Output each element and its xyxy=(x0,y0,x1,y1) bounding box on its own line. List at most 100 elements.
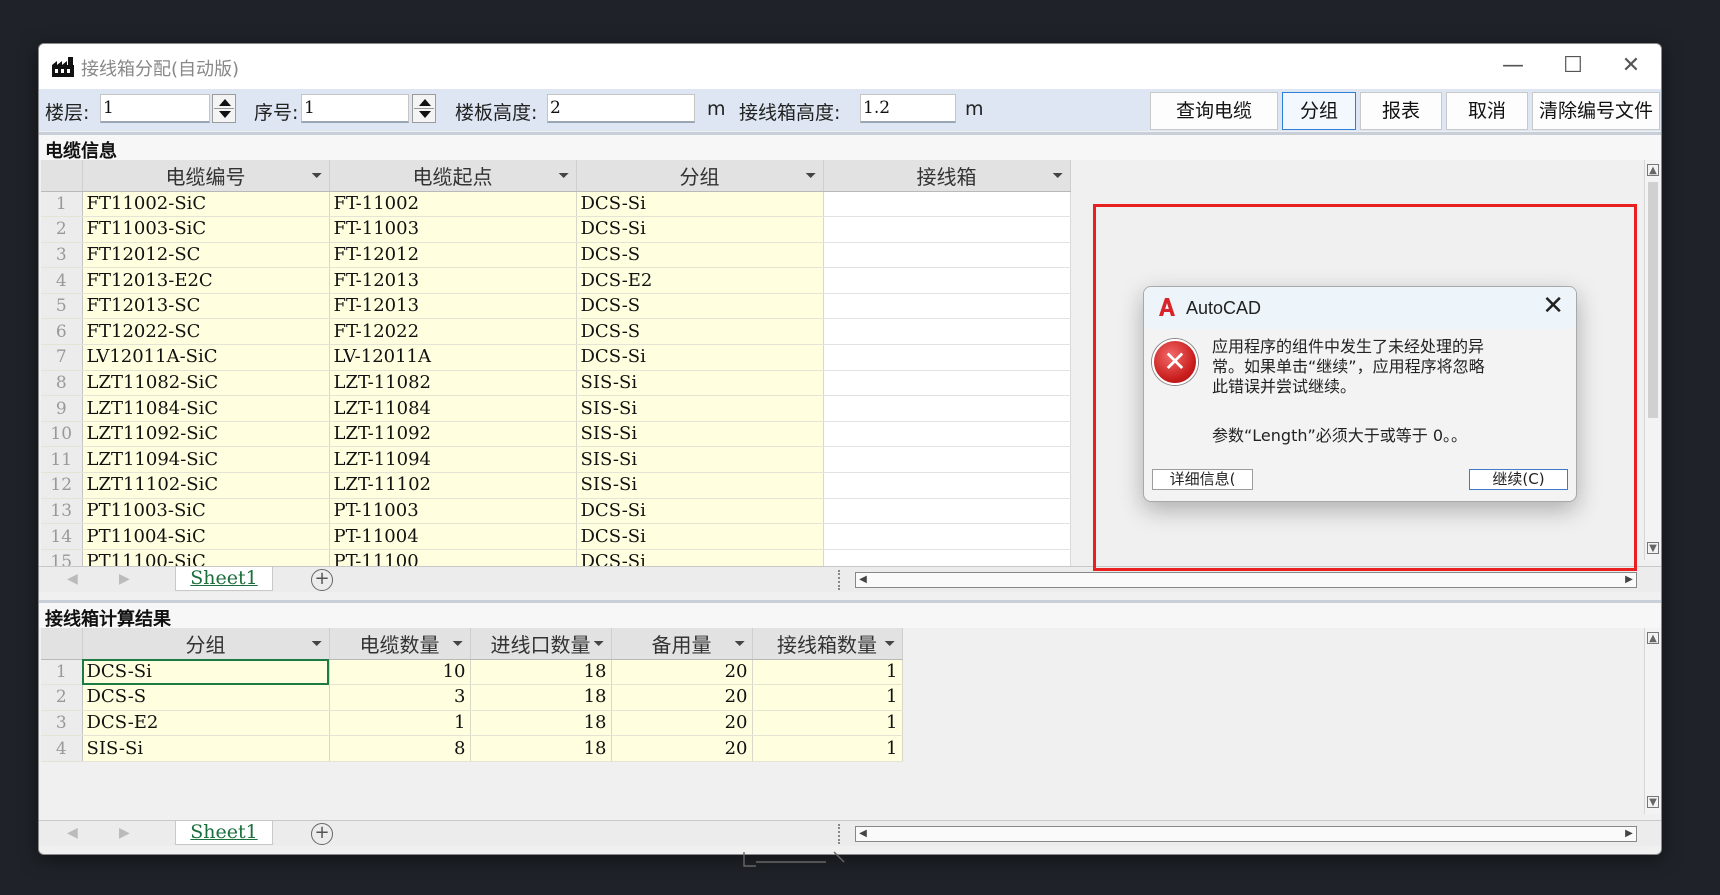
junction-box-cell[interactable] xyxy=(823,267,1071,294)
cable-id-cell[interactable]: FT11002-SiC xyxy=(82,191,330,218)
junction-box-cell[interactable] xyxy=(823,523,1071,550)
row-number[interactable]: 2 xyxy=(41,684,83,711)
column-header[interactable]: 进线口数量 ⏷ xyxy=(470,628,612,660)
scroll-up-icon[interactable]: ▲ xyxy=(1647,164,1659,176)
scroll-down-icon[interactable]: ▼ xyxy=(1647,542,1659,554)
cable-group-cell[interactable]: DCS-Si xyxy=(576,191,824,218)
table-row[interactable]: 12 LZT11102-SiC LZT-11102 SIS-Si xyxy=(41,472,1071,499)
row-number[interactable]: 1 xyxy=(41,659,83,686)
column-header[interactable]: 电缆数量 ⏷ xyxy=(329,628,471,660)
horizontal-scrollbar[interactable]: ◀ ▶ xyxy=(855,826,1637,842)
column-header[interactable]: 备用量 ⏷ xyxy=(611,628,753,660)
spin-down-icon[interactable] xyxy=(219,111,231,118)
cable-group-cell[interactable]: SIS-Si xyxy=(576,370,824,397)
column-header[interactable]: 电缆编号 ⏷ xyxy=(82,160,330,192)
cable-id-cell[interactable]: FT12013-SC xyxy=(82,293,330,320)
scroll-up-icon[interactable]: ▲ xyxy=(1647,632,1659,644)
cable-group-cell[interactable]: DCS-E2 xyxy=(576,267,824,294)
row-number[interactable]: 3 xyxy=(41,710,83,737)
table-row[interactable]: 14 PT11004-SiC PT-11004 DCS-Si xyxy=(41,523,1071,550)
row-number[interactable]: 5 xyxy=(41,293,83,320)
row-number[interactable]: 7 xyxy=(41,344,83,371)
add-sheet-icon[interactable]: + xyxy=(311,823,333,845)
table-row[interactable]: 13 PT11003-SiC PT-11003 DCS-Si xyxy=(41,498,1071,525)
table-row[interactable]: 2 DCS-S 3 18 20 1 xyxy=(41,684,903,711)
cable-group-cell[interactable]: DCS-Si xyxy=(576,216,824,243)
seq-spinner[interactable] xyxy=(412,94,436,123)
table-row[interactable]: 8 LZT11082-SiC LZT-11082 SIS-Si xyxy=(41,370,1071,397)
spin-down-icon[interactable] xyxy=(419,111,431,118)
cable-group-cell[interactable]: DCS-Si xyxy=(576,498,824,525)
junction-box-cell[interactable] xyxy=(823,318,1071,346)
junction-box-cell[interactable] xyxy=(823,446,1071,474)
table-row[interactable]: 7 LV12011A-SiC LV-12011A DCS-Si xyxy=(41,344,1071,371)
tab-next-icon[interactable]: ▶ xyxy=(119,825,130,841)
table-row[interactable]: 9 LZT11084-SiC LZT-11084 SIS-Si xyxy=(41,395,1071,422)
box-count-cell[interactable]: 1 xyxy=(752,684,903,711)
add-sheet-icon[interactable]: + xyxy=(311,569,333,591)
spare-count-cell[interactable]: 20 xyxy=(611,659,753,686)
junction-box-cell[interactable] xyxy=(823,472,1071,499)
spare-count-cell[interactable]: 20 xyxy=(611,710,753,737)
cable-count-cell[interactable]: 1 xyxy=(329,710,471,737)
row-number[interactable]: 13 xyxy=(41,498,83,525)
cable-id-cell[interactable]: LZT11102-SiC xyxy=(82,472,330,499)
cable-start-cell[interactable]: FT-12022 xyxy=(329,318,577,346)
cable-id-cell[interactable]: LZT11094-SiC xyxy=(82,446,330,474)
table-row[interactable]: 6 FT12022-SC FT-12022 DCS-S xyxy=(41,318,1071,346)
cancel-button[interactable]: 取消 xyxy=(1446,92,1528,130)
row-number[interactable]: 4 xyxy=(41,735,83,762)
sheet-tab[interactable]: Sheet1 xyxy=(175,821,273,845)
cable-start-cell[interactable]: LZT-11092 xyxy=(329,421,577,448)
seq-input[interactable]: 1 xyxy=(301,94,409,123)
column-header[interactable]: 接线箱 ⏷ xyxy=(823,160,1071,192)
cable-id-cell[interactable]: FT11003-SiC xyxy=(82,216,330,243)
tab-next-icon[interactable]: ▶ xyxy=(119,571,130,587)
table-row[interactable]: 3 FT12012-SC FT-12012 DCS-S xyxy=(41,242,1071,269)
cable-count-cell[interactable]: 3 xyxy=(329,684,471,711)
table-row[interactable]: 3 DCS-E2 1 18 20 1 xyxy=(41,710,903,737)
group-cell[interactable]: DCS-S xyxy=(82,684,330,711)
query-cable-button[interactable]: 查询电缆 xyxy=(1150,92,1278,130)
vertical-scrollbar[interactable]: ▲ ▼ xyxy=(1644,628,1661,814)
cable-group-cell[interactable]: DCS-S xyxy=(576,293,824,320)
row-number[interactable]: 9 xyxy=(41,395,83,422)
junction-box-cell[interactable] xyxy=(823,421,1071,448)
filter-icon[interactable]: ⏷ xyxy=(805,168,816,184)
cable-id-cell[interactable]: LV12011A-SiC xyxy=(82,344,330,371)
cable-count-cell[interactable]: 8 xyxy=(329,735,471,762)
splitter-handle[interactable] xyxy=(838,824,842,844)
maximize-button[interactable]: ☐ xyxy=(1543,50,1603,82)
spin-up-icon[interactable] xyxy=(419,99,431,106)
box-count-cell[interactable]: 1 xyxy=(752,735,903,762)
junction-box-cell[interactable] xyxy=(823,498,1071,525)
cable-start-cell[interactable]: FT-12013 xyxy=(329,293,577,320)
junction-box-cell[interactable] xyxy=(823,191,1071,218)
cable-start-cell[interactable]: LV-12011A xyxy=(329,344,577,371)
inlet-count-cell[interactable]: 18 xyxy=(470,684,612,711)
row-number[interactable]: 4 xyxy=(41,267,83,294)
junction-box-cell[interactable] xyxy=(823,395,1071,422)
row-number[interactable]: 3 xyxy=(41,242,83,269)
table-row[interactable]: 1 DCS-Si 10 18 20 1 xyxy=(41,659,903,686)
group-button[interactable]: 分组 xyxy=(1282,92,1356,130)
junction-box-cell[interactable] xyxy=(823,344,1071,371)
cable-start-cell[interactable]: FT-11003 xyxy=(329,216,577,243)
scroll-thumb[interactable] xyxy=(1648,182,1658,418)
group-cell[interactable]: SIS-Si xyxy=(82,735,330,762)
column-header[interactable]: 分组 ⏷ xyxy=(576,160,824,192)
cable-id-cell[interactable]: LZT11082-SiC xyxy=(82,370,330,397)
cable-start-cell[interactable]: FT-11002 xyxy=(329,191,577,218)
filter-icon[interactable]: ⏷ xyxy=(311,168,322,184)
tab-prev-icon[interactable]: ◀ xyxy=(67,825,78,841)
column-header[interactable]: 接线箱数量 ⏷ xyxy=(752,628,903,660)
table-row[interactable]: 11 LZT11094-SiC LZT-11094 SIS-Si xyxy=(41,446,1071,474)
scroll-right-icon[interactable]: ▶ xyxy=(1622,573,1636,587)
cable-id-cell[interactable]: PT11004-SiC xyxy=(82,523,330,550)
box-count-cell[interactable]: 1 xyxy=(752,710,903,737)
table-row[interactable]: 5 FT12013-SC FT-12013 DCS-S xyxy=(41,293,1071,320)
cable-start-cell[interactable]: FT-12012 xyxy=(329,242,577,269)
spare-count-cell[interactable]: 20 xyxy=(611,735,753,762)
filter-icon[interactable]: ⏷ xyxy=(558,168,569,184)
cable-start-cell[interactable]: LZT-11082 xyxy=(329,370,577,397)
